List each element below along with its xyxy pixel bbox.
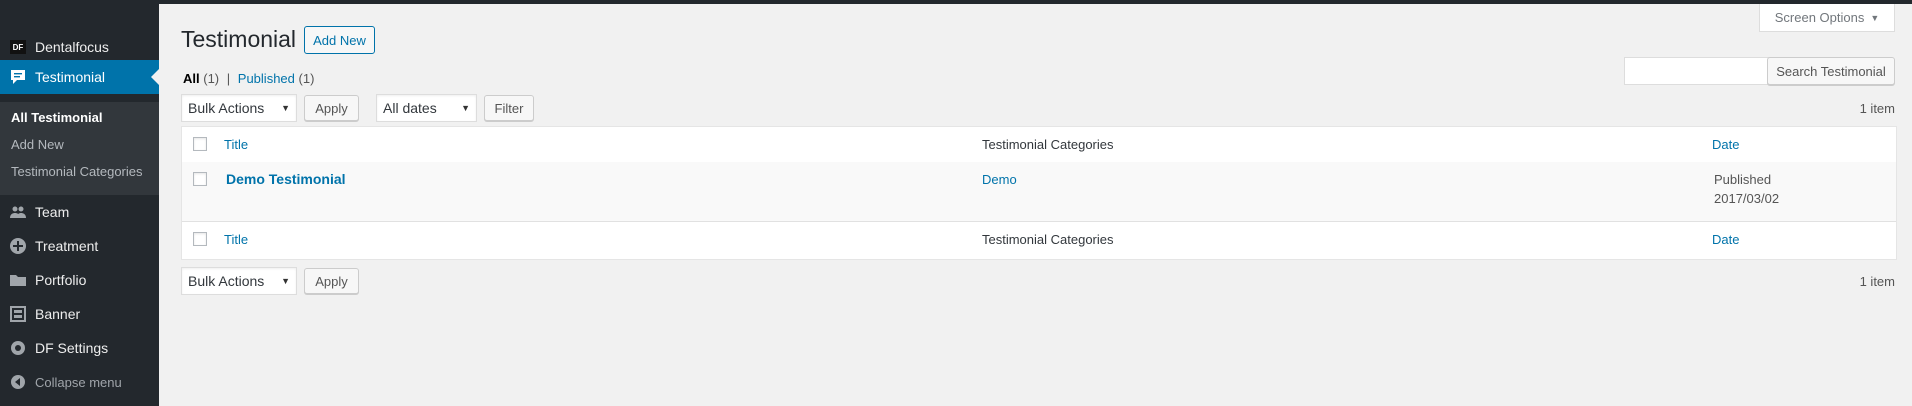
bulk-actions-select-top[interactable]: Bulk Actions ▼ — [181, 94, 297, 122]
row-date: 2017/03/02 — [1714, 191, 1780, 206]
table-header-row: Title Testimonial Categories Date — [182, 127, 1896, 163]
collapse-menu-button[interactable]: Collapse menu — [0, 365, 159, 399]
sidebar-item-df-settings[interactable]: DF Settings — [0, 331, 159, 365]
column-title-sort[interactable]: Title — [224, 137, 248, 152]
testimonial-icon — [9, 68, 27, 86]
search-testimonial-button[interactable]: Search Testimonial — [1767, 57, 1895, 85]
dates-filter-select[interactable]: All dates ▼ — [376, 94, 477, 122]
item-count-bottom: 1 item — [1859, 274, 1895, 289]
status-filter-links: All (1) | Published (1) — [183, 71, 314, 86]
sidebar-item-label: Testimonial — [35, 69, 106, 85]
column-title-sort-footer[interactable]: Title — [224, 232, 248, 247]
dates-filter-value: All dates — [383, 100, 437, 116]
select-all-checkbox[interactable] — [193, 137, 207, 151]
sidebar-item-treatment[interactable]: Treatment — [0, 229, 159, 263]
row-category-link[interactable]: Demo — [982, 172, 1017, 187]
add-new-button[interactable]: Add New — [304, 26, 375, 54]
main-content: Screen Options ▼ Testimonial Add New All… — [160, 4, 1912, 406]
sidebar-item-banner[interactable]: Banner — [0, 297, 159, 331]
sidebar-item-label: Banner — [35, 306, 81, 322]
apply-button-top[interactable]: Apply — [304, 95, 359, 121]
sidebar-item-label: Team — [35, 204, 70, 220]
screen-options-label: Screen Options — [1774, 10, 1865, 25]
submenu-testimonial-categories[interactable]: Testimonial Categories — [11, 164, 143, 179]
select-all-checkbox-footer[interactable] — [193, 232, 207, 246]
screen-options-button[interactable]: Screen Options ▼ — [1759, 4, 1895, 32]
testimonial-table: Title Testimonial Categories Date Demo T… — [181, 126, 1897, 260]
table-row: Demo Testimonial Demo Published 2017/03/… — [182, 162, 1896, 221]
sidebar-item-portfolio[interactable]: Portfolio — [0, 263, 159, 297]
chevron-down-icon: ▼ — [461, 103, 470, 113]
row-checkbox[interactable] — [193, 172, 207, 186]
sidebar-item-team[interactable]: Team — [0, 195, 159, 229]
views-separator: | — [226, 71, 231, 86]
sidebar-item-label: Treatment — [35, 238, 99, 254]
sidebar-item-label: Portfolio — [35, 272, 87, 288]
bulk-actions-value: Bulk Actions — [188, 273, 265, 289]
bulk-actions-select-bottom[interactable]: Bulk Actions ▼ — [181, 267, 297, 295]
team-icon — [9, 203, 27, 221]
sidebar-item-testimonial[interactable]: Testimonial — [0, 60, 159, 94]
view-published-count: (1) — [298, 71, 315, 86]
row-status: Published — [1714, 172, 1772, 187]
chevron-down-icon: ▼ — [281, 276, 290, 286]
item-count-top: 1 item — [1859, 101, 1895, 116]
table-footer-row: Title Testimonial Categories Date — [182, 221, 1896, 260]
row-title-link[interactable]: Demo Testimonial — [226, 171, 346, 187]
folder-icon — [9, 271, 27, 289]
view-published-link[interactable]: Published — [238, 71, 295, 86]
bulk-actions-value: Bulk Actions — [188, 100, 265, 116]
column-categories-footer: Testimonial Categories — [982, 232, 1114, 247]
df-logo-icon: DF — [9, 38, 27, 56]
column-categories: Testimonial Categories — [982, 137, 1114, 152]
testimonial-submenu: All Testimonial Add New Testimonial Cate… — [0, 102, 159, 195]
collapse-arrow-icon — [9, 373, 27, 391]
submenu-all-testimonial[interactable]: All Testimonial — [11, 110, 103, 125]
plus-circle-icon — [9, 237, 27, 255]
banner-icon — [9, 305, 27, 323]
search-input[interactable] — [1624, 57, 1783, 85]
filter-button[interactable]: Filter — [484, 95, 534, 121]
apply-button-bottom[interactable]: Apply — [304, 268, 359, 294]
column-date-sort[interactable]: Date — [1712, 137, 1739, 152]
view-all-count: (1) — [203, 71, 220, 86]
admin-sidebar: DF Dentalfocus Testimonial All Testimoni… — [0, 4, 159, 406]
view-all-link[interactable]: All — [183, 71, 200, 86]
settings-icon — [9, 339, 27, 357]
collapse-menu-label: Collapse menu — [35, 374, 122, 390]
chevron-down-icon: ▼ — [1870, 12, 1880, 23]
sidebar-item-label: DF Settings — [35, 340, 109, 356]
sidebar-item-label: Dentalfocus — [35, 39, 109, 55]
page-title: Testimonial — [181, 26, 297, 52]
column-date-sort-footer[interactable]: Date — [1712, 232, 1739, 247]
chevron-down-icon: ▼ — [281, 103, 290, 113]
submenu-add-new[interactable]: Add New — [11, 137, 64, 152]
sidebar-item-dentalfocus[interactable]: DF Dentalfocus — [0, 30, 159, 64]
